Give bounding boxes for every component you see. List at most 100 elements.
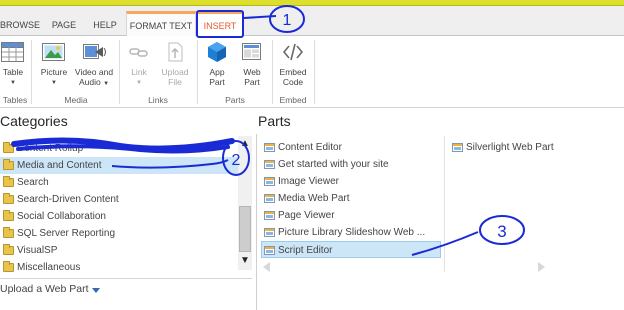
ribbon-divider bbox=[119, 40, 120, 104]
part-label: Picture Library Slideshow Web ... bbox=[278, 227, 426, 238]
web-part-icon bbox=[452, 143, 463, 152]
part-media-web-part[interactable]: Media Web Part bbox=[262, 190, 440, 207]
web-part-label-line1: Web bbox=[243, 67, 261, 77]
link-button[interactable]: Link ▼ bbox=[124, 40, 154, 88]
ribbon-divider bbox=[197, 40, 198, 104]
video-audio-label-line2: Audio ▼ bbox=[78, 77, 110, 87]
web-part-icon bbox=[264, 194, 275, 203]
categories-list: Content Rollup Media and Content Search … bbox=[0, 136, 252, 278]
tab-help[interactable]: HELP bbox=[88, 15, 122, 36]
category-content-rollup[interactable]: Content Rollup bbox=[0, 140, 238, 157]
group-label-parts: Parts bbox=[225, 95, 245, 105]
part-silverlight-web-part[interactable]: Silverlight Web Part bbox=[450, 139, 620, 156]
folder-icon bbox=[3, 244, 14, 255]
category-label: SQL Server Reporting bbox=[17, 228, 116, 239]
part-label: Page Viewer bbox=[278, 210, 335, 221]
part-label: Get started with your site bbox=[278, 159, 389, 170]
annotation-step-3: 3 bbox=[497, 222, 506, 241]
picture-icon bbox=[42, 43, 65, 61]
embed-code-label-line1: Embed bbox=[279, 67, 307, 77]
scrollbar-thumb[interactable] bbox=[239, 206, 251, 252]
web-part-label-line2: Part bbox=[244, 77, 260, 87]
category-label: Content Rollup bbox=[17, 143, 84, 154]
part-image-viewer[interactable]: Image Viewer bbox=[262, 173, 440, 190]
next-page-icon[interactable] bbox=[538, 262, 545, 272]
part-picture-library-slideshow[interactable]: Picture Library Slideshow Web ... bbox=[262, 224, 444, 241]
web-part-button[interactable]: Web Part bbox=[236, 40, 268, 87]
part-label: Silverlight Web Part bbox=[466, 142, 554, 153]
group-label-tables: Tables bbox=[2, 95, 28, 105]
group-label-embed: Embed bbox=[279, 95, 307, 105]
chevron-down-icon[interactable] bbox=[92, 288, 100, 293]
video-audio-button[interactable]: Video and Audio ▼ bbox=[72, 40, 116, 89]
ribbon-divider bbox=[314, 40, 315, 104]
category-label: VisualSP bbox=[17, 245, 58, 256]
app-part-button[interactable]: App Part bbox=[202, 40, 232, 87]
category-visualsp[interactable]: VisualSP bbox=[0, 242, 238, 259]
parts-heading: Parts bbox=[258, 113, 291, 129]
upload-file-button[interactable]: Upload File bbox=[156, 40, 194, 87]
link-icon bbox=[129, 48, 148, 57]
category-label: Search bbox=[17, 177, 49, 188]
category-label: Search-Driven Content bbox=[17, 194, 119, 205]
panel-divider bbox=[256, 134, 257, 310]
web-part-icon bbox=[264, 228, 275, 237]
video-audio-label-line1: Video and bbox=[74, 67, 114, 77]
parts-column-divider bbox=[444, 136, 445, 272]
ribbon-divider bbox=[31, 40, 32, 104]
category-label: Social Collaboration bbox=[17, 211, 106, 222]
web-part-icon bbox=[264, 143, 275, 152]
category-sql-server-reporting[interactable]: SQL Server Reporting bbox=[0, 225, 238, 242]
table-button[interactable]: Table ▼ bbox=[0, 40, 26, 88]
part-label: Content Editor bbox=[278, 142, 342, 153]
web-part-icon bbox=[264, 160, 275, 169]
part-content-editor[interactable]: Content Editor bbox=[262, 139, 440, 156]
picture-button[interactable]: Picture ▼ bbox=[38, 40, 70, 88]
app-part-label-line1: App bbox=[209, 67, 225, 77]
category-label: Media and Content bbox=[17, 160, 102, 171]
part-script-editor[interactable]: Script Editor bbox=[261, 241, 441, 258]
tab-browse[interactable]: BROWSE bbox=[0, 15, 40, 36]
chevron-down-icon: ▼ bbox=[51, 80, 57, 86]
scroll-down-icon[interactable]: ▼ bbox=[238, 254, 252, 267]
table-button-label: Table bbox=[2, 67, 24, 77]
app-part-icon bbox=[208, 42, 226, 62]
category-miscellaneous[interactable]: Miscellaneous bbox=[0, 259, 238, 276]
upload-web-part-link[interactable]: Upload a Web Part bbox=[0, 283, 89, 295]
folder-icon bbox=[3, 210, 14, 221]
part-label: Media Web Part bbox=[278, 193, 350, 204]
folder-icon bbox=[3, 159, 14, 170]
category-media-and-content[interactable]: Media and Content bbox=[0, 157, 238, 174]
embed-code-icon bbox=[282, 43, 304, 61]
upload-file-label-line2: File bbox=[168, 77, 182, 87]
ribbon-divider bbox=[272, 40, 273, 104]
folder-icon bbox=[3, 142, 14, 153]
embed-code-button[interactable]: Embed Code bbox=[276, 40, 310, 87]
upload-file-label-line1: Upload bbox=[161, 67, 189, 77]
tab-page[interactable]: PAGE bbox=[44, 15, 84, 36]
category-label: Miscellaneous bbox=[17, 262, 81, 273]
previous-page-icon[interactable] bbox=[263, 262, 270, 272]
scroll-up-icon[interactable]: ▲ bbox=[238, 137, 252, 150]
folder-icon bbox=[3, 176, 14, 187]
tab-insert[interactable]: INSERT bbox=[196, 11, 244, 37]
part-page-viewer[interactable]: Page Viewer bbox=[262, 207, 440, 224]
chevron-down-icon: ▼ bbox=[136, 80, 142, 86]
group-label-links: Links bbox=[148, 95, 168, 105]
ribbon: Table ▼ Picture ▼ Video and Audio ▼ Link… bbox=[0, 36, 624, 108]
web-part-icon bbox=[264, 246, 275, 255]
tab-format-text[interactable]: FORMAT TEXT bbox=[126, 11, 196, 36]
table-icon bbox=[1, 42, 24, 62]
web-part-icon bbox=[264, 211, 275, 220]
web-part-icon bbox=[242, 43, 261, 60]
upload-bar: Upload a Web Part bbox=[0, 278, 252, 302]
embed-code-label-line2: Code bbox=[282, 77, 304, 87]
upload-file-icon bbox=[168, 42, 183, 62]
category-search[interactable]: Search bbox=[0, 174, 238, 191]
category-social-collaboration[interactable]: Social Collaboration bbox=[0, 208, 238, 225]
category-search-driven-content[interactable]: Search-Driven Content bbox=[0, 191, 238, 208]
chevron-down-icon: ▼ bbox=[10, 80, 16, 86]
part-get-started[interactable]: Get started with your site bbox=[262, 156, 440, 173]
chevron-down-icon: ▼ bbox=[103, 81, 110, 87]
web-part-icon bbox=[264, 177, 275, 186]
